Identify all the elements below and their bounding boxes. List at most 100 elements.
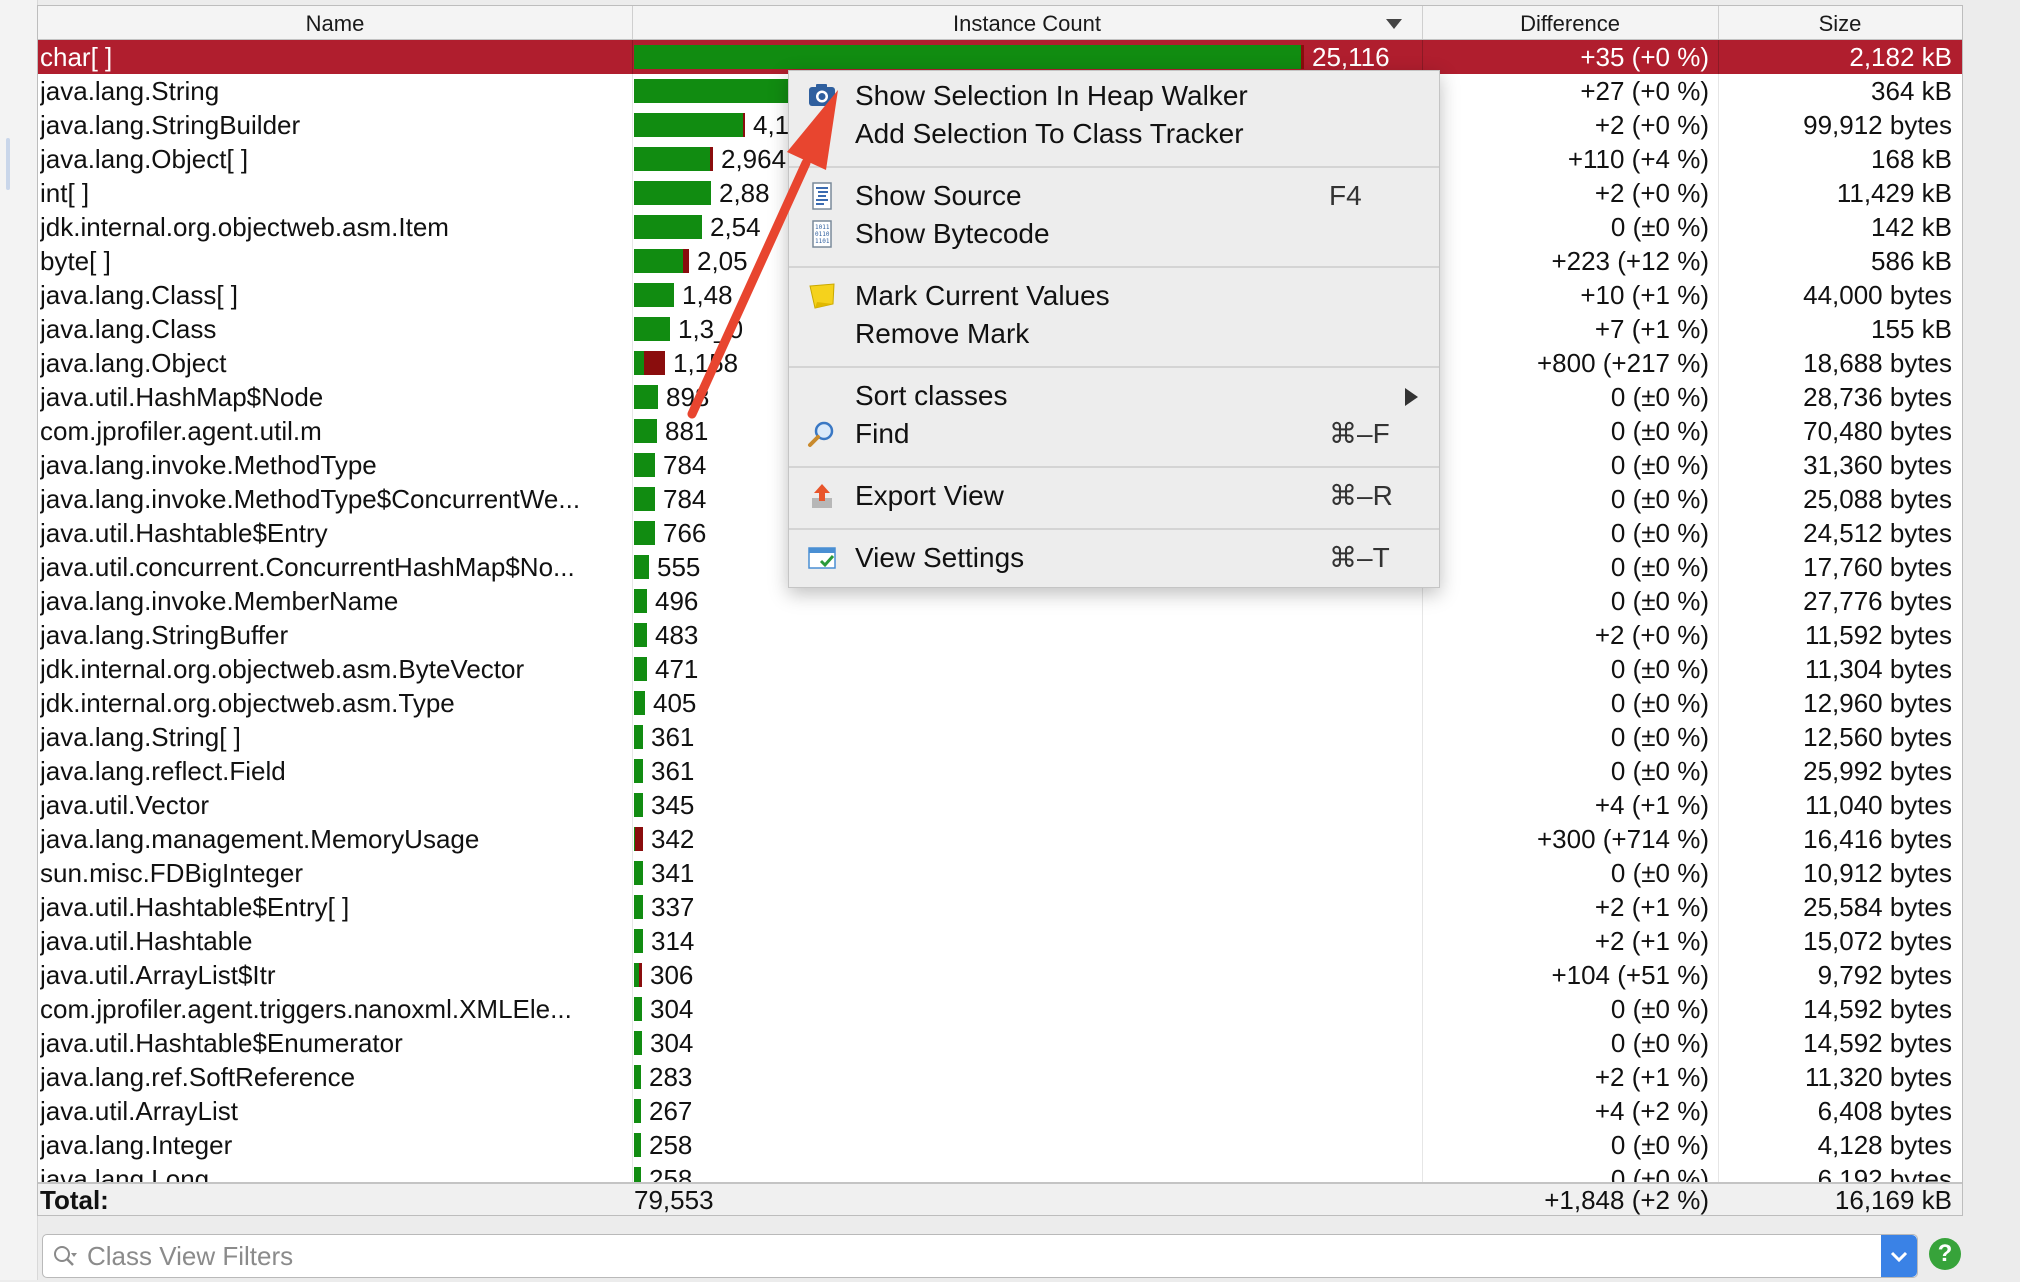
column-separator [1718,992,1719,1026]
column-separator [1718,108,1719,142]
column-separator [1718,550,1719,584]
instance-count-value: 345 [651,790,695,820]
difference-value: +2 (+1 %) [1594,926,1709,956]
table-row[interactable]: java.util.Hashtable$Entry[ ] 337 +2 (+1 %)… [38,890,1962,924]
instance-count-bar-increase [710,147,713,171]
menu-item-export-view[interactable]: Export View ⌘–R [789,477,1439,515]
size-value: 11,592 bytes [1805,620,1952,650]
instance-count-bar [634,997,642,1021]
class-filter-input[interactable] [87,1235,1847,1277]
column-separator [1422,720,1423,754]
menu-item-mark-current-values[interactable]: Mark Current Values [789,277,1439,315]
instance-count-bar-base [634,181,711,205]
instance-count-value: 341 [651,858,695,888]
size-value: 142 kB [1871,212,1952,242]
class-name: java.lang.StringBuilder [40,110,301,140]
column-separator [1718,312,1719,346]
instance-count-bar [634,283,674,307]
table-row-selected[interactable]: char[ ] 25,116 +35 (+0 %) 2,182 kB [38,40,1962,74]
table-row[interactable]: java.lang.StringBuffer 483 +2 (+0 %) 11,592… [38,618,1962,652]
instance-count-value: 361 [651,722,695,752]
menu-label: Add Selection To Class Tracker [855,118,1244,149]
instance-count-bar-base [634,589,647,613]
column-header-difference[interactable]: Difference [1422,6,1719,39]
class-name: java.util.Hashtable$Entry[ ] [40,892,350,922]
table-row[interactable]: java.util.Hashtable 314 +2 (+1 %) 15,072 by… [38,924,1962,958]
class-name: java.lang.Class [40,314,217,344]
column-separator [632,244,633,278]
column-separator [632,210,633,244]
menu-item-view-settings[interactable]: View Settings ⌘–T [789,539,1439,577]
size-value: 44,000 bytes [1803,280,1952,310]
column-separator [1422,958,1423,992]
column-separator [1718,516,1719,550]
menu-shortcut: ⌘–R [1329,480,1393,511]
column-separator [1718,924,1719,958]
difference-value: +110 (+4 %) [1567,144,1709,174]
column-separator [1422,1060,1423,1094]
table-row[interactable]: sun.misc.FDBigInteger 341 0 (±0 %) 10,912 b… [38,856,1962,890]
instance-count-bar-base [634,555,649,579]
magnifier-icon [808,421,834,447]
search-icon[interactable] [52,1244,78,1268]
instance-count-cell: 306 [634,958,1420,992]
menu-label: Export View [855,480,1004,511]
filter-dropdown-button[interactable] [1881,1235,1917,1277]
menu-item-remove-mark[interactable]: Remove Mark [789,315,1439,353]
column-separator [1718,278,1719,312]
table-row[interactable]: java.lang.invoke.MemberName 496 0 (±0 %) 27… [38,584,1962,618]
instance-count-bar [634,827,643,851]
table-row[interactable]: java.lang.ref.SoftReference 283 +2 (+1 %) 1… [38,1060,1962,1094]
class-name: char[ ] [40,42,113,72]
table-row[interactable]: java.util.ArrayList 267 +4 (+2 %) 6,408 byt… [38,1094,1962,1128]
table-row[interactable]: java.lang.management.MemoryUsage 342 +300 … [38,822,1962,856]
table-row[interactable]: java.util.ArrayList$Itr 306 +104 (+51 %) 9,… [38,958,1962,992]
column-header-instance-count[interactable]: Instance Count [632,6,1423,39]
column-separator [1718,482,1719,516]
instance-count-bar-increase [635,827,643,851]
table-header: Name Instance Count Difference Size [38,6,1962,40]
menu-separator [789,366,1439,368]
table-row[interactable]: com.jprofiler.agent.triggers.nanoxml.XML… [38,992,1962,1026]
class-name: java.lang.Object [40,348,227,378]
instance-count-bar [634,113,745,137]
table-row[interactable]: java.lang.String[ ] 361 0 (±0 %) 12,560 byt… [38,720,1962,754]
table-row[interactable]: java.util.Hashtable$Enumerator 304 0 (±0 %… [38,1026,1962,1060]
column-separator [1718,1128,1719,1162]
instance-count-bar-base [634,249,683,273]
table-row[interactable]: java.lang.reflect.Field 361 0 (±0 %) 25,992… [38,754,1962,788]
menu-item-find[interactable]: Find ⌘–F [789,415,1439,453]
column-separator [1718,584,1719,618]
instance-count-bar-base [634,283,674,307]
menu-separator [789,166,1439,168]
class-name: java.util.HashMap$Node [40,382,324,412]
table-row[interactable]: jdk.internal.org.objectweb.asm.ByteVecto… [38,652,1962,686]
column-header-name[interactable]: Name [38,6,633,39]
column-separator [632,992,633,1026]
column-separator [1422,822,1423,856]
table-row[interactable]: java.util.Vector 345 +4 (+1 %) 11,040 bytes [38,788,1962,822]
instance-count-value: 258 [649,1130,693,1160]
instance-count-bar [634,725,643,749]
column-header-size[interactable]: Size [1718,6,1962,39]
size-value: 28,736 bytes [1803,382,1952,412]
menu-item-show-in-heap-walker[interactable]: Show Selection In Heap Walker [789,77,1439,115]
instance-count-bar [634,215,702,239]
table-row[interactable]: java.lang.Integer 258 0 (±0 %) 4,128 bytes [38,1128,1962,1162]
menu-label: View Settings [855,542,1025,573]
help-icon[interactable]: ? [1929,1238,1961,1270]
instance-count-bar-increase [639,963,642,987]
table-row[interactable]: java.lang.Long 258 0 (±0 %) 6,192 bytes [38,1162,1962,1182]
menu-item-show-source[interactable]: Show Source F4 [789,177,1439,215]
instance-count-bar-base [634,453,655,477]
size-value: 11,429 kB [1836,178,1952,208]
menu-item-sort-classes[interactable]: Sort classes [789,377,1439,415]
table-row[interactable]: jdk.internal.org.objectweb.asm.Type 405 0 … [38,686,1962,720]
menu-item-add-to-class-tracker[interactable]: Add Selection To Class Tracker [789,115,1439,153]
column-separator [1718,380,1719,414]
column-separator [1718,822,1719,856]
column-separator [1422,1162,1423,1182]
menu-item-show-bytecode[interactable]: 1011 0110 1101 Show Bytecode [789,215,1439,253]
column-separator [1422,1026,1423,1060]
instance-count-cell: 361 [634,720,1420,754]
